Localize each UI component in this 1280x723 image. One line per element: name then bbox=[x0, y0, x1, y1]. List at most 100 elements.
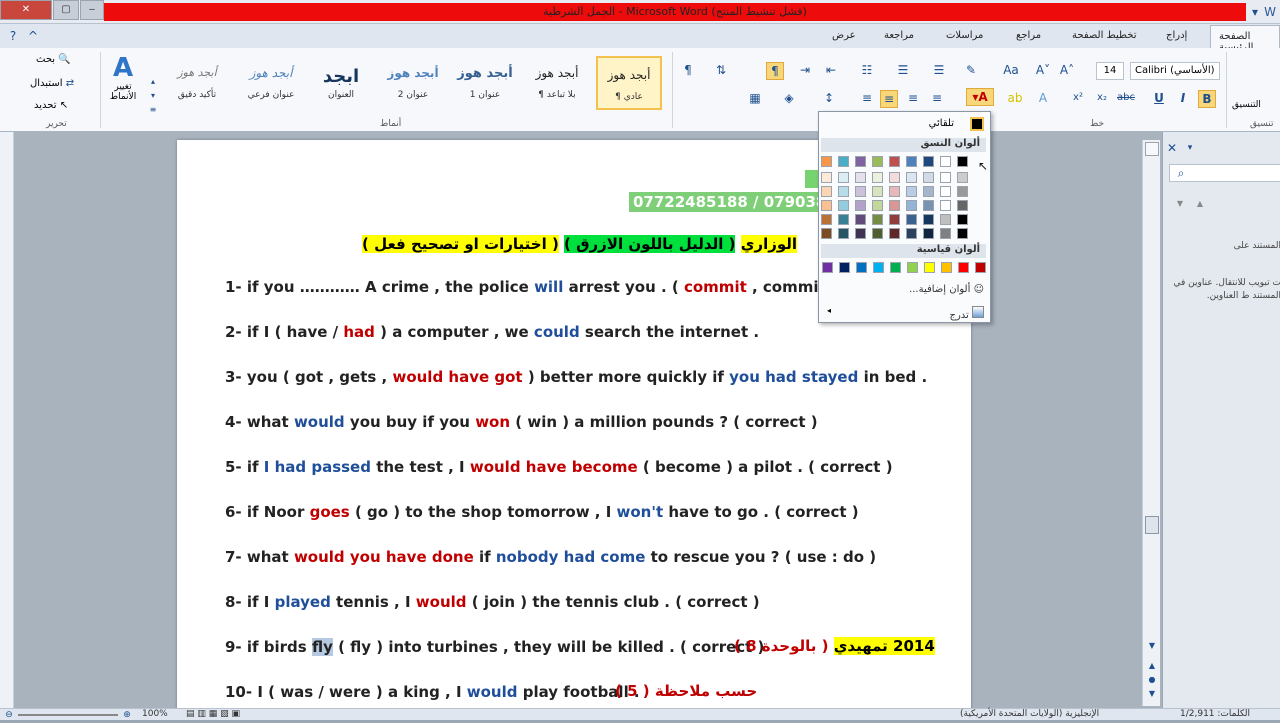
standard-color-swatch[interactable] bbox=[890, 262, 901, 273]
gradient-option[interactable]: تدرج bbox=[949, 306, 984, 321]
select-button[interactable]: تحديد ↖ bbox=[34, 100, 68, 111]
theme-color-swatch[interactable] bbox=[821, 186, 832, 197]
theme-color-swatch[interactable] bbox=[906, 228, 917, 239]
subscript-icon[interactable]: x₂ bbox=[1094, 90, 1110, 106]
theme-color-swatch[interactable] bbox=[906, 172, 917, 183]
tab-references[interactable]: مراجع bbox=[1016, 30, 1041, 41]
pilcrow-icon[interactable]: ¶ bbox=[680, 62, 696, 78]
theme-color-swatch[interactable] bbox=[923, 156, 934, 167]
shading-icon[interactable]: ◈ bbox=[780, 90, 798, 106]
clear-format-icon[interactable]: ✎ bbox=[962, 62, 980, 78]
quick-access-icon[interactable]: ▾ bbox=[1248, 4, 1262, 20]
theme-color-swatch[interactable] bbox=[906, 156, 917, 167]
italic-icon[interactable]: I bbox=[1176, 90, 1190, 106]
theme-color-swatch[interactable] bbox=[957, 186, 968, 197]
nav-search-box[interactable]: ⌕ bbox=[1169, 164, 1280, 182]
theme-color-swatch[interactable] bbox=[872, 186, 883, 197]
tab-review[interactable]: مراجعة bbox=[884, 30, 914, 41]
view-buttons[interactable]: ▤ ▥ ▦ ▧ ▣ bbox=[186, 709, 240, 719]
highlight-icon[interactable]: ab bbox=[1004, 90, 1026, 106]
help-icon[interactable]: ? bbox=[6, 28, 20, 44]
sort-icon[interactable]: ⇅ bbox=[712, 62, 730, 78]
theme-color-swatch[interactable] bbox=[889, 228, 900, 239]
theme-color-swatch[interactable] bbox=[940, 228, 951, 239]
theme-color-swatch[interactable] bbox=[855, 186, 866, 197]
standard-color-swatch[interactable] bbox=[907, 262, 918, 273]
style-heading-1[interactable]: أبجد هوز عنوان 1 bbox=[452, 56, 518, 110]
nav-next-icon[interactable]: ▲ bbox=[1193, 196, 1207, 212]
nav-close-icon[interactable]: ✕ bbox=[1165, 140, 1179, 156]
standard-color-swatch[interactable] bbox=[839, 262, 850, 273]
vertical-scrollbar[interactable]: ▼ ▲ ● ▼ bbox=[1142, 140, 1160, 706]
theme-color-swatch[interactable] bbox=[872, 172, 883, 183]
theme-color-swatch[interactable] bbox=[957, 214, 968, 225]
tab-page-layout[interactable]: تخطيط الصفحة bbox=[1072, 30, 1137, 41]
theme-color-swatch[interactable] bbox=[940, 214, 951, 225]
zoom-slider[interactable] bbox=[18, 714, 118, 716]
bullets-icon[interactable]: ☰ bbox=[930, 62, 948, 78]
theme-color-swatch[interactable] bbox=[872, 156, 883, 167]
styles-more-icon[interactable]: ≡ bbox=[148, 102, 158, 118]
theme-color-swatch[interactable] bbox=[940, 172, 951, 183]
bold-icon[interactable]: B bbox=[1198, 90, 1216, 108]
style-no-spacing[interactable]: أبجد هوز ¶ بلا تباعد bbox=[524, 56, 590, 110]
style-subtle-emphasis[interactable]: أبجد هوز تأكيد دقيق bbox=[164, 56, 230, 110]
shrink-font-icon[interactable]: A˅ bbox=[1034, 62, 1052, 78]
maximize-button[interactable]: ▢ bbox=[53, 0, 79, 20]
style-heading-2[interactable]: أبجد هوز عنوان 2 bbox=[380, 56, 446, 110]
theme-color-swatch[interactable] bbox=[923, 200, 934, 211]
theme-color-swatch[interactable] bbox=[889, 156, 900, 167]
theme-color-swatch[interactable] bbox=[872, 200, 883, 211]
theme-color-swatch[interactable] bbox=[838, 172, 849, 183]
strikethrough-icon[interactable]: abc bbox=[1116, 90, 1136, 106]
theme-color-swatch[interactable] bbox=[957, 156, 968, 167]
font-color-icon[interactable]: ▾A bbox=[966, 88, 994, 106]
justify-icon[interactable]: ≡ bbox=[858, 90, 876, 106]
language-indicator[interactable]: الإنجليزية (الولايات المتحدة الأمريكية) bbox=[960, 709, 1099, 719]
theme-color-swatch[interactable] bbox=[821, 228, 832, 239]
tab-home[interactable]: الصفحة الرئيسية bbox=[1210, 25, 1280, 53]
tab-view[interactable]: عرض bbox=[832, 30, 856, 41]
theme-color-swatch[interactable] bbox=[855, 172, 866, 183]
theme-color-swatch[interactable] bbox=[821, 200, 832, 211]
theme-color-swatch[interactable] bbox=[940, 156, 951, 167]
theme-color-swatch[interactable] bbox=[889, 200, 900, 211]
zoom-out-icon[interactable]: ⊖ bbox=[4, 707, 14, 723]
word-count[interactable]: الكلمات: 1/2,911 bbox=[1180, 709, 1250, 719]
theme-color-swatch[interactable] bbox=[923, 186, 934, 197]
indent-icon[interactable]: ⇥ bbox=[796, 62, 814, 78]
theme-color-swatch[interactable] bbox=[957, 228, 968, 239]
theme-color-swatch[interactable] bbox=[821, 214, 832, 225]
theme-color-swatch[interactable] bbox=[906, 186, 917, 197]
theme-color-swatch[interactable] bbox=[940, 186, 951, 197]
theme-color-swatch[interactable] bbox=[838, 214, 849, 225]
underline-icon[interactable]: U bbox=[1152, 90, 1166, 106]
ruler-toggle-icon[interactable] bbox=[1145, 142, 1159, 156]
theme-color-swatch[interactable] bbox=[957, 172, 968, 183]
theme-color-swatch[interactable] bbox=[940, 200, 951, 211]
standard-color-swatch[interactable] bbox=[975, 262, 986, 273]
more-colors-option[interactable]: ☺ ألوان إضافية... bbox=[909, 284, 984, 295]
theme-color-swatch[interactable] bbox=[923, 172, 934, 183]
numbering-icon[interactable]: ☰ bbox=[894, 62, 912, 78]
theme-color-swatch[interactable] bbox=[838, 156, 849, 167]
rtl-paragraph-icon[interactable]: ¶ bbox=[766, 62, 784, 80]
borders-icon[interactable]: ▦ bbox=[746, 90, 764, 106]
minimize-ribbon-icon[interactable]: ^ bbox=[26, 28, 40, 44]
theme-color-swatch[interactable] bbox=[906, 200, 917, 211]
enlarge-font-icon[interactable]: A˄ bbox=[1058, 62, 1076, 78]
theme-color-swatch[interactable] bbox=[821, 156, 832, 167]
outdent-icon[interactable]: ⇤ bbox=[822, 62, 840, 78]
grow-font-icon[interactable]: Aa bbox=[1000, 62, 1022, 78]
theme-color-swatch[interactable] bbox=[889, 186, 900, 197]
scroll-down-icon[interactable]: ▼ bbox=[1145, 638, 1159, 654]
theme-color-swatch[interactable] bbox=[821, 172, 832, 183]
style-subtitle[interactable]: أبجد هوز عنوان فرعي bbox=[238, 56, 304, 110]
theme-color-swatch[interactable] bbox=[906, 214, 917, 225]
align-left-icon[interactable]: ≡ bbox=[880, 90, 898, 108]
line-spacing-icon[interactable]: ↕ bbox=[820, 90, 838, 106]
multilevel-list-icon[interactable]: ☷ bbox=[858, 62, 876, 78]
theme-color-swatch[interactable] bbox=[872, 214, 883, 225]
theme-color-swatch[interactable] bbox=[923, 214, 934, 225]
theme-color-swatch[interactable] bbox=[889, 214, 900, 225]
